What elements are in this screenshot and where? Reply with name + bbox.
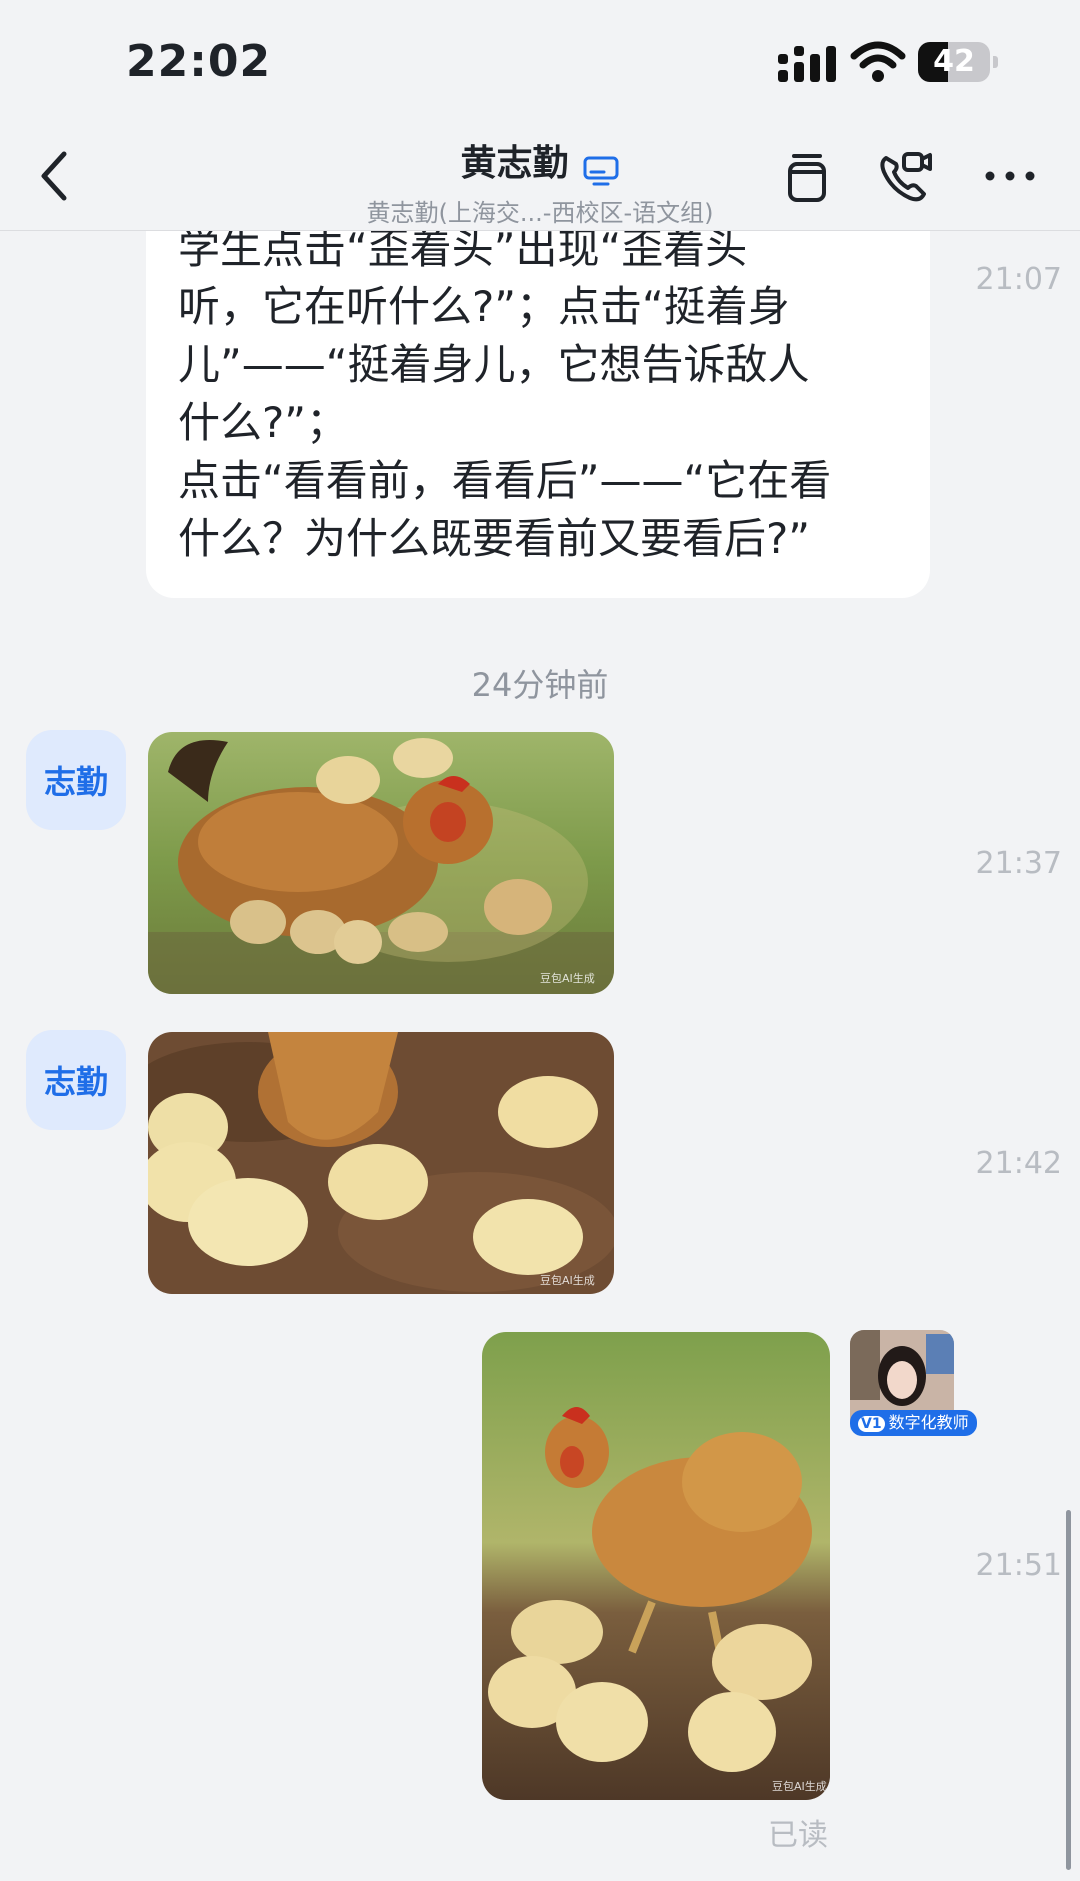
time-separator: 24分钟前 bbox=[471, 666, 609, 704]
message-timestamp: 21:42 bbox=[975, 1146, 1062, 1181]
badge-prefix: V1 bbox=[858, 1416, 885, 1432]
sender-avatar[interactable]: 志勤 bbox=[26, 730, 126, 830]
more-icon[interactable] bbox=[980, 146, 1040, 206]
image-message-hen-and-chicks[interactable]: 豆包AI生成 bbox=[482, 1332, 830, 1800]
image-watermark: 豆包AI生成 bbox=[540, 971, 595, 985]
chat-title: 黄志勤 bbox=[460, 143, 569, 184]
battery-level: 42 bbox=[933, 44, 975, 79]
image-message-hen-with-chicks[interactable]: 豆包AI生成 bbox=[148, 732, 614, 994]
message-timestamp: 21:51 bbox=[975, 1548, 1062, 1583]
message-timestamp: 21:07 bbox=[975, 262, 1062, 297]
message-line: 点击“看看前，看看后”——“它在看 bbox=[178, 456, 832, 505]
message-line: 儿”——“挺着身儿，它想告诉敌人 bbox=[178, 340, 810, 389]
message-timestamp: 21:37 bbox=[975, 846, 1062, 881]
cup-icon[interactable] bbox=[778, 146, 838, 206]
badge-label: 数字化教师 bbox=[888, 1413, 969, 1432]
chat-header: 黄志勤 黄志勤(上海交...-西校区-语文组) bbox=[0, 120, 1080, 231]
message-line: 听，它在听什么?”；点击“挺着身 bbox=[178, 282, 790, 331]
battery-indicator: 42 bbox=[918, 42, 998, 84]
image-watermark: 豆包AI生成 bbox=[772, 1779, 827, 1793]
video-call-icon[interactable] bbox=[876, 146, 936, 206]
text-message-bubble[interactable]: 学生点击“歪着头”出现“歪着头 听，它在听什么?”；点击“挺着身 儿”——“挺着… bbox=[146, 200, 930, 598]
digital-teacher-badge: V1 数字化教师 bbox=[850, 1410, 977, 1436]
chat-subtitle: 黄志勤(上海交...-西校区-语文组) bbox=[366, 198, 714, 227]
sender-avatar[interactable]: 志勤 bbox=[26, 1030, 126, 1130]
back-arrow-icon[interactable] bbox=[30, 146, 80, 206]
scrollbar[interactable] bbox=[1066, 1510, 1071, 1870]
chat-title-block[interactable]: 黄志勤 黄志勤(上海交...-西校区-语文组) bbox=[300, 134, 780, 228]
status-time: 22:02 bbox=[126, 36, 272, 87]
status-bar: 22:02 42 bbox=[0, 0, 1080, 120]
message-line: 什么?”； bbox=[178, 398, 349, 447]
wifi-icon bbox=[850, 41, 906, 82]
cellular-signal-icon bbox=[778, 46, 836, 82]
desktop-icon bbox=[583, 156, 619, 185]
message-line: 什么？为什么既要看前又要看后?” bbox=[178, 514, 811, 563]
read-status: 已读 bbox=[768, 1818, 828, 1853]
image-watermark: 豆包AI生成 bbox=[540, 1273, 595, 1287]
image-message-chicks-pecking[interactable]: 豆包AI生成 bbox=[148, 1032, 614, 1294]
